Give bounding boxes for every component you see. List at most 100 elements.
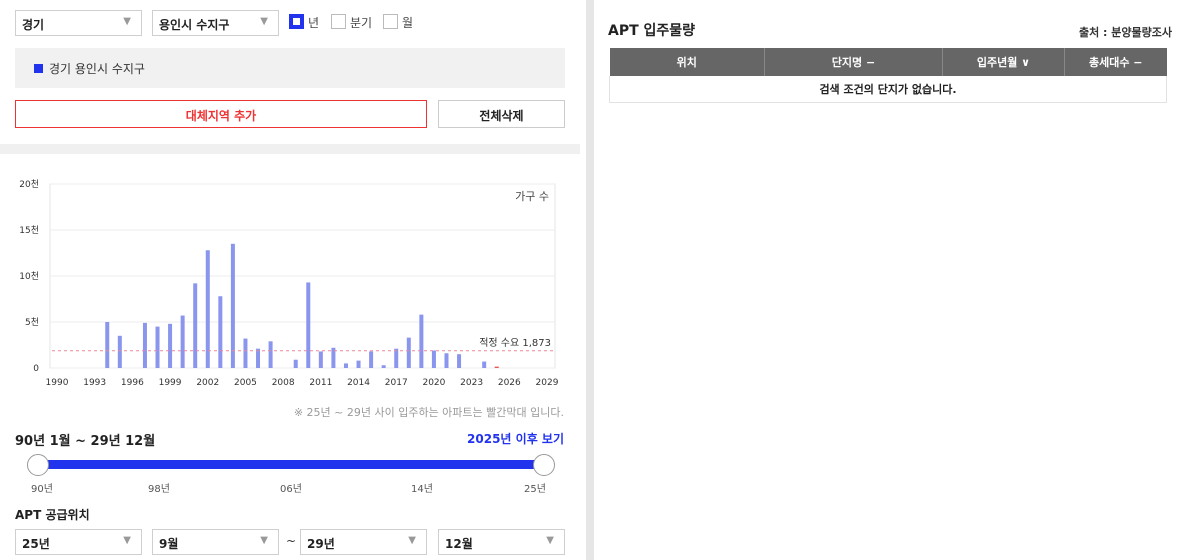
delete-all-button[interactable]: 전체삭제 bbox=[438, 100, 565, 128]
x-tick-label: 1993 bbox=[83, 378, 106, 388]
slider-start-handle[interactable] bbox=[27, 454, 49, 476]
to-year-select[interactable]: 29년 ▼ bbox=[300, 529, 427, 555]
bar bbox=[306, 282, 311, 368]
dropdown-arrow-icon: ▼ bbox=[123, 535, 131, 546]
chart-note: ※ 25년 ~ 29년 사이 입주하는 아파트는 빨간막대 입니다. bbox=[293, 406, 564, 419]
bar bbox=[117, 335, 122, 368]
bar bbox=[168, 323, 173, 368]
move-in-volume-title: APT 입주물량 bbox=[608, 23, 696, 39]
to-year-value: 29년 bbox=[307, 537, 335, 551]
selected-region-label[interactable]: 경기 용인시 수지구 bbox=[49, 60, 145, 77]
bar bbox=[457, 354, 462, 368]
bar bbox=[180, 315, 185, 368]
slider-tick: 14년 bbox=[411, 484, 433, 495]
bar bbox=[431, 350, 436, 368]
reference-label: 적정 수요 1,873 bbox=[479, 337, 551, 349]
month-checkbox-label: 월 bbox=[402, 16, 414, 30]
y-tick-label: 15천 bbox=[19, 225, 39, 236]
highlighted-bar bbox=[494, 366, 499, 368]
bar bbox=[230, 243, 235, 368]
x-tick-label: 2005 bbox=[234, 378, 257, 388]
supply-location-title: APT 공급위치 bbox=[15, 508, 90, 522]
dropdown-arrow-icon: ▼ bbox=[546, 535, 554, 546]
y-tick-label: 20천 bbox=[19, 179, 39, 190]
bar bbox=[343, 363, 348, 368]
range-title: 90년 1월 ~ 29년 12월 bbox=[15, 434, 156, 449]
bar bbox=[444, 353, 449, 368]
y-tick-label: 0 bbox=[33, 364, 39, 374]
bar bbox=[243, 338, 248, 368]
slider-track bbox=[38, 460, 544, 469]
add-region-button[interactable]: 대체지역 추가 bbox=[15, 100, 427, 128]
x-tick-label: 2002 bbox=[196, 378, 219, 388]
to-month-select[interactable]: 12월 ▼ bbox=[438, 529, 565, 555]
x-tick-label: 2017 bbox=[385, 378, 408, 388]
month-checkbox[interactable] bbox=[383, 14, 398, 29]
dropdown-arrow-icon: ▼ bbox=[123, 16, 131, 27]
right-panel: APT 입주물량 출처 : 분양물량조사 위치 단지명 − 입주년월 ∨ 총세대… bbox=[594, 0, 1182, 560]
x-tick-label: 2029 bbox=[536, 378, 559, 388]
supply-bar-chart: 0 5천 10천 15천 20천 1990 1993 1996 1999 2002 2005 2008… bbox=[19, 179, 559, 388]
dropdown-arrow-icon: ▼ bbox=[408, 535, 416, 546]
bar bbox=[318, 351, 323, 368]
section-divider bbox=[0, 144, 580, 154]
y-tick-label: 10천 bbox=[19, 271, 39, 282]
bar bbox=[406, 337, 411, 368]
x-tick-label: 2020 bbox=[422, 378, 445, 388]
quarter-checkbox[interactable] bbox=[331, 14, 346, 29]
x-tick-label: 2011 bbox=[309, 378, 332, 388]
table-row: 검색 조건의 단지가 없습니다. bbox=[609, 76, 1167, 103]
x-tick-label: 2023 bbox=[460, 378, 483, 388]
year-checkbox[interactable] bbox=[289, 14, 304, 29]
column-header-complex-name[interactable]: 단지명 − bbox=[764, 48, 943, 76]
x-tick-label: 1999 bbox=[159, 378, 182, 388]
province-select-value: 경기 bbox=[22, 18, 45, 32]
x-tick-label: 1990 bbox=[46, 378, 69, 388]
dropdown-arrow-icon: ▼ bbox=[260, 535, 268, 546]
bar bbox=[142, 322, 147, 368]
bar bbox=[105, 322, 110, 368]
dropdown-arrow-icon: ▼ bbox=[260, 16, 268, 27]
column-header-move-in-date[interactable]: 입주년월 ∨ bbox=[942, 48, 1065, 76]
year-checkbox-label: 년 bbox=[308, 16, 320, 30]
bar bbox=[256, 348, 261, 368]
x-tick-label: 1996 bbox=[121, 378, 144, 388]
column-header-location[interactable]: 위치 bbox=[609, 48, 765, 76]
to-month-value: 12월 bbox=[445, 537, 473, 551]
from-month-value: 9월 bbox=[159, 537, 179, 551]
bar bbox=[419, 314, 424, 368]
range-separator: ~ bbox=[286, 534, 297, 548]
x-tick-label: 2014 bbox=[347, 378, 370, 388]
column-header-total-households[interactable]: 총세대수 − bbox=[1064, 48, 1167, 76]
bar bbox=[356, 360, 361, 368]
bar bbox=[268, 341, 273, 368]
bar bbox=[394, 348, 399, 368]
province-select[interactable]: 경기 ▼ bbox=[15, 10, 142, 36]
region-color-marker bbox=[34, 64, 43, 73]
left-panel: 경기 ▼ 용인시 수지구 ▼ 년 분기 월 경기 용인시 수지구 대체지역 추가… bbox=[0, 0, 580, 560]
x-tick-label: 2026 bbox=[498, 378, 521, 388]
slider-tick: 25년 bbox=[524, 484, 546, 495]
from-month-select[interactable]: 9월 ▼ bbox=[152, 529, 279, 555]
data-source: 출처 : 분양물량조사 bbox=[1078, 26, 1172, 39]
move-in-table: 위치 단지명 − 입주년월 ∨ 총세대수 − 검색 조건의 단지가 없습니다. bbox=[609, 48, 1167, 103]
bar bbox=[381, 365, 386, 368]
bar bbox=[482, 361, 487, 368]
empty-message: 검색 조건의 단지가 없습니다. bbox=[609, 76, 1167, 103]
city-select-value: 용인시 수지구 bbox=[159, 18, 230, 32]
from-year-value: 25년 bbox=[22, 537, 50, 551]
year-range-slider[interactable] bbox=[27, 452, 555, 478]
selected-region-box: 경기 용인시 수지구 bbox=[15, 48, 565, 88]
slider-tick: 90년 bbox=[31, 484, 53, 495]
bar bbox=[369, 351, 374, 368]
view-after-2025-link[interactable]: 2025년 이후 보기 bbox=[467, 430, 564, 447]
y-tick-label: 5천 bbox=[25, 317, 39, 328]
city-select[interactable]: 용인시 수지구 ▼ bbox=[152, 10, 279, 36]
x-tick-label: 2008 bbox=[272, 378, 295, 388]
quarter-checkbox-label: 분기 bbox=[350, 16, 373, 30]
slider-end-handle[interactable] bbox=[533, 454, 555, 476]
chart-legend: 가구 수 bbox=[515, 190, 549, 203]
from-year-select[interactable]: 25년 ▼ bbox=[15, 529, 142, 555]
bar bbox=[193, 283, 198, 368]
bar bbox=[155, 326, 160, 368]
